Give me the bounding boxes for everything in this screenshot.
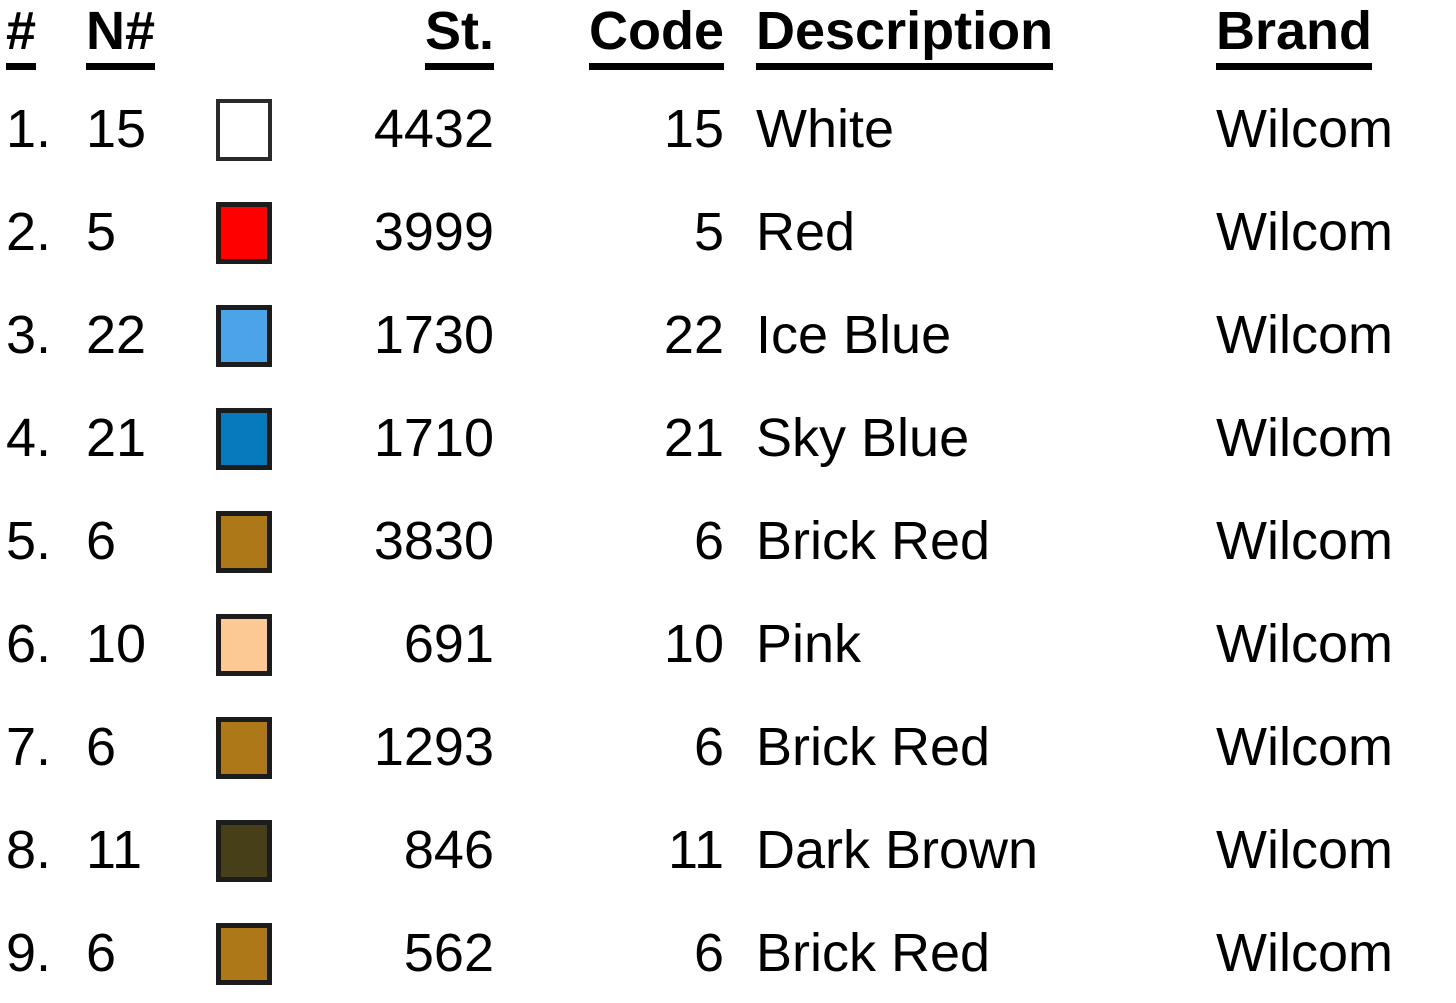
row-index-cell: 4.: [6, 408, 52, 468]
row-brand-cell: Wilcom: [1216, 820, 1393, 880]
color-swatch-icon[interactable]: [216, 304, 272, 367]
row-index-cell: 7.: [6, 717, 52, 777]
table-body: 1. 15 4432 15 White Wilcom 2. 5 3999 5 Red Wilcom 3.…: [0, 78, 1456, 1003]
column-header-code-label: Code: [589, 0, 724, 70]
table-row[interactable]: 8. 11 846 11 Dark Brown Wilcom: [0, 799, 1456, 902]
row-description-cell: Sky Blue: [756, 408, 970, 468]
column-header-description[interactable]: Description: [732, 0, 1202, 78]
row-code-cell: 15: [663, 99, 724, 159]
thread-color-table: # N# St. Code Description Brand 1. 15 44…: [0, 0, 1456, 1003]
row-color-swatch-cell[interactable]: [216, 799, 306, 902]
row-color-swatch-cell[interactable]: [216, 181, 306, 284]
table-header-row: # N# St. Code Description Brand: [0, 0, 1456, 78]
row-needle-number-cell: 11: [86, 820, 143, 880]
table-row[interactable]: 9. 6 562 6 Brick Red Wilcom: [0, 902, 1456, 1003]
row-needle-number-cell: 6: [86, 923, 117, 983]
row-description-cell: Brick Red: [756, 717, 991, 777]
row-color-swatch-cell[interactable]: [216, 696, 306, 799]
column-header-needle-number-label: N#: [86, 0, 156, 70]
column-header-brand-label: Brand: [1216, 0, 1373, 70]
table-row[interactable]: 5. 6 3830 6 Brick Red Wilcom: [0, 490, 1456, 593]
row-color-swatch-cell[interactable]: [216, 78, 306, 181]
row-stitches-cell: 846: [403, 820, 494, 880]
row-index-cell: 2.: [6, 202, 52, 262]
table-row[interactable]: 4. 21 1710 21 Sky Blue Wilcom: [0, 387, 1456, 490]
color-swatch-icon[interactable]: [216, 201, 272, 264]
row-description-cell: Brick Red: [756, 923, 991, 983]
row-color-swatch-cell[interactable]: [216, 387, 306, 490]
row-needle-number-cell: 5: [86, 202, 117, 262]
row-description-cell: Red: [756, 202, 856, 262]
row-description-cell: Pink: [756, 614, 862, 674]
row-stitches-cell: 3999: [373, 202, 494, 262]
row-brand-cell: Wilcom: [1216, 305, 1393, 365]
column-header-description-label: Description: [756, 0, 1054, 70]
row-code-cell: 21: [663, 408, 724, 468]
row-code-cell: 10: [663, 614, 724, 674]
row-code-cell: 22: [663, 305, 724, 365]
color-swatch-icon[interactable]: [216, 510, 272, 573]
column-header-stitches-label: St.: [424, 0, 494, 70]
table-header: # N# St. Code Description Brand: [0, 0, 1456, 78]
row-needle-number-cell: 10: [86, 614, 147, 674]
column-header-index[interactable]: #: [0, 0, 78, 78]
row-code-cell: 6: [693, 717, 724, 777]
row-code-cell: 6: [693, 511, 724, 571]
row-stitches-cell: 1293: [373, 717, 494, 777]
row-description-cell: White: [756, 99, 895, 159]
row-code-cell: 6: [693, 923, 724, 983]
table-row[interactable]: 6. 10 691 10 Pink Wilcom: [0, 593, 1456, 696]
color-swatch-icon[interactable]: [216, 819, 272, 882]
row-brand-cell: Wilcom: [1216, 408, 1393, 468]
color-swatch-icon[interactable]: [216, 407, 272, 470]
color-swatch-icon[interactable]: [216, 922, 272, 985]
color-swatch-icon[interactable]: [216, 613, 272, 676]
row-color-swatch-cell[interactable]: [216, 284, 306, 387]
row-needle-number-cell: 6: [86, 717, 117, 777]
row-stitches-cell: 4432: [373, 99, 494, 159]
thread-color-list-panel: # N# St. Code Description Brand 1. 15 44…: [0, 0, 1456, 1003]
row-needle-number-cell: 21: [86, 408, 147, 468]
row-stitches-cell: 1710: [373, 408, 494, 468]
table-row[interactable]: 3. 22 1730 22 Ice Blue Wilcom: [0, 284, 1456, 387]
color-swatch-icon[interactable]: [216, 98, 272, 161]
row-brand-cell: Wilcom: [1216, 923, 1393, 983]
row-brand-cell: Wilcom: [1216, 99, 1393, 159]
row-stitches-cell: 3830: [373, 511, 494, 571]
row-stitches-cell: 562: [403, 923, 494, 983]
row-index-cell: 8.: [6, 820, 52, 880]
column-header-brand[interactable]: Brand: [1202, 0, 1456, 78]
row-brand-cell: Wilcom: [1216, 202, 1393, 262]
column-header-needle-number[interactable]: N#: [78, 0, 216, 78]
row-index-cell: 5.: [6, 511, 52, 571]
row-description-cell: Brick Red: [756, 511, 991, 571]
row-index-cell: 6.: [6, 614, 52, 674]
row-needle-number-cell: 6: [86, 511, 117, 571]
color-swatch-icon[interactable]: [216, 716, 272, 779]
column-header-code[interactable]: Code: [498, 0, 732, 78]
column-header-stitches[interactable]: St.: [306, 0, 498, 78]
row-brand-cell: Wilcom: [1216, 511, 1393, 571]
row-brand-cell: Wilcom: [1216, 614, 1393, 674]
row-stitches-cell: 691: [403, 614, 494, 674]
row-stitches-cell: 1730: [373, 305, 494, 365]
row-needle-number-cell: 15: [86, 99, 147, 159]
row-code-cell: 5: [693, 202, 724, 262]
row-color-swatch-cell[interactable]: [216, 902, 306, 1003]
row-color-swatch-cell[interactable]: [216, 490, 306, 593]
row-description-cell: Dark Brown: [756, 820, 1039, 880]
table-row[interactable]: 2. 5 3999 5 Red Wilcom: [0, 181, 1456, 284]
table-row[interactable]: 7. 6 1293 6 Brick Red Wilcom: [0, 696, 1456, 799]
row-index-cell: 3.: [6, 305, 52, 365]
column-header-index-label: #: [6, 0, 37, 70]
row-needle-number-cell: 22: [86, 305, 147, 365]
row-index-cell: 9.: [6, 923, 52, 983]
row-index-cell: 1.: [6, 99, 52, 159]
row-description-cell: Ice Blue: [756, 305, 952, 365]
table-row[interactable]: 1. 15 4432 15 White Wilcom: [0, 78, 1456, 181]
column-header-color-swatch[interactable]: [216, 0, 306, 78]
row-brand-cell: Wilcom: [1216, 717, 1393, 777]
row-color-swatch-cell[interactable]: [216, 593, 306, 696]
row-code-cell: 11: [667, 820, 724, 880]
